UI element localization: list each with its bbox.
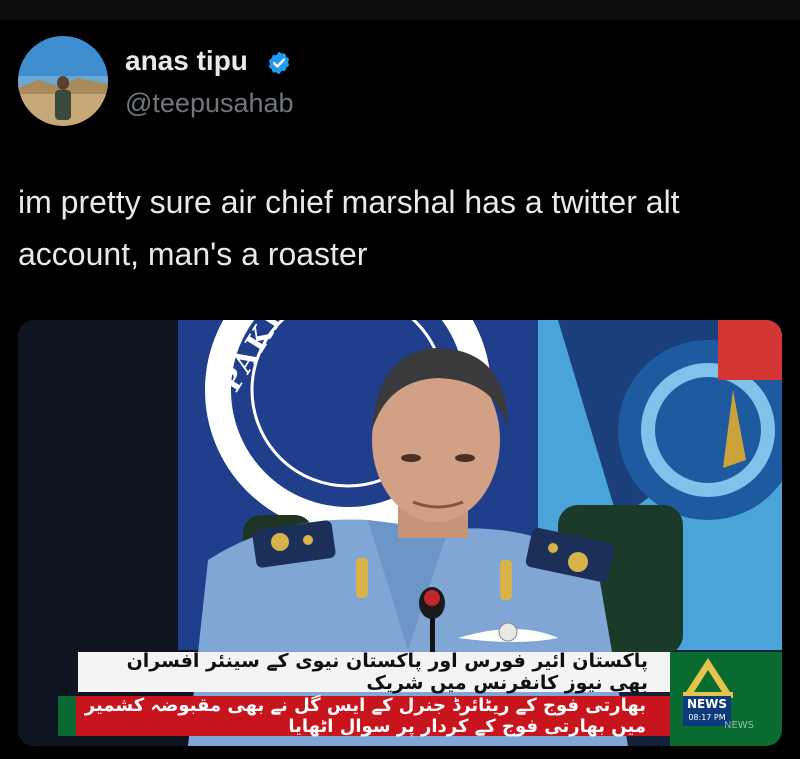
avatar-image bbox=[18, 36, 108, 126]
flag-lettering: PAKISTAN NAVY bbox=[194, 320, 494, 550]
verified-badge-icon bbox=[268, 51, 290, 75]
user-handle[interactable]: @teepusahab bbox=[125, 86, 294, 120]
top-strip bbox=[0, 0, 800, 20]
ticker-breaking: بھارتی فوج کے ریٹائرڈ جنرل کے ایس گل نے … bbox=[84, 695, 646, 737]
avatar[interactable] bbox=[18, 36, 108, 126]
display-name[interactable]: anas tipu bbox=[125, 44, 248, 78]
ticker-headline: پاکستان ائیر فورس اور پاکستان نیوی کے سی… bbox=[126, 650, 648, 694]
tweet-text: im pretty sure air chief marshal has a t… bbox=[18, 184, 680, 272]
tweet-media[interactable]: PAKISTAN NAVY پاکستان ائیر فورس اور پاکس… bbox=[18, 320, 782, 746]
news-badge-label: NEWS bbox=[686, 697, 728, 711]
corner-watermark: NEWS bbox=[724, 720, 755, 731]
